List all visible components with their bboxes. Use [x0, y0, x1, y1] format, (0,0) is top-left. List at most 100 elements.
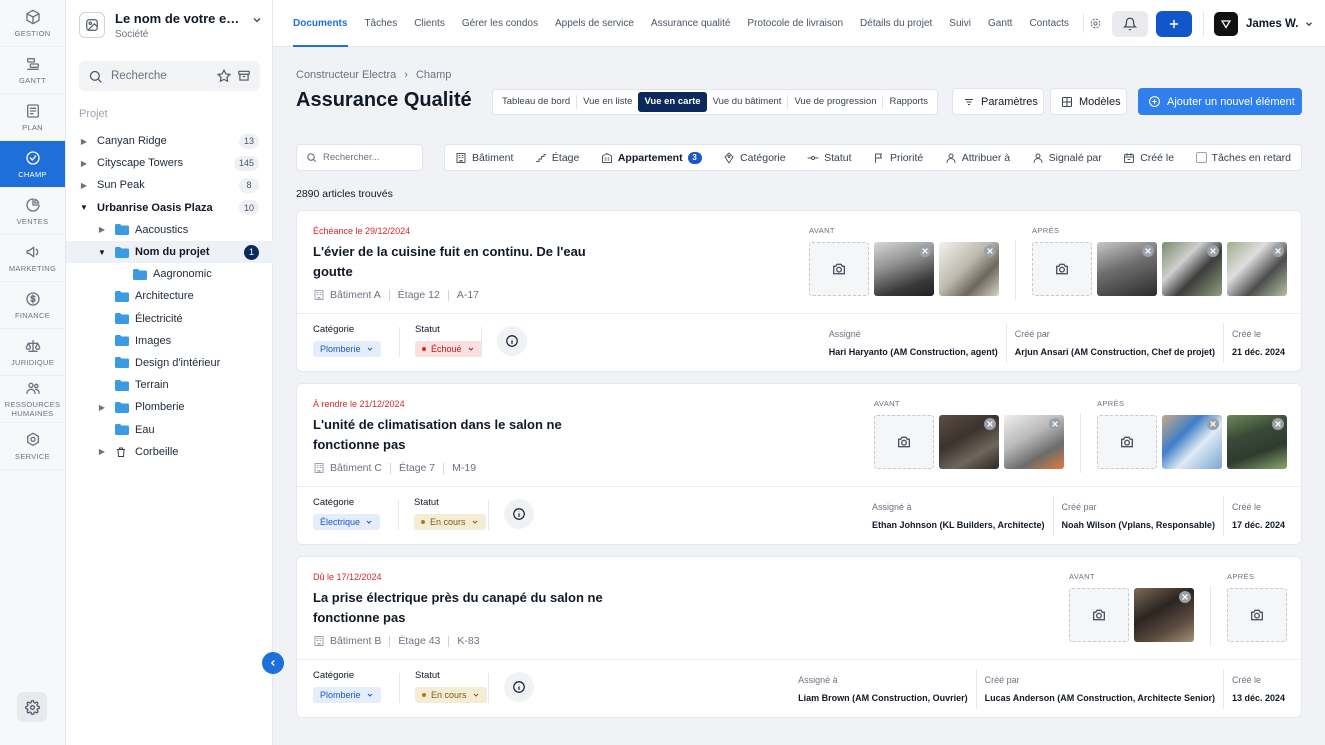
tab-item[interactable]: Assurance qualité [642, 0, 739, 47]
tab-item[interactable]: Détails du projet [852, 0, 941, 47]
photo-thumbnail[interactable] [939, 242, 999, 296]
add-photo-button[interactable] [1069, 588, 1129, 642]
caret-right-icon[interactable]: ▶ [97, 403, 107, 412]
models-button[interactable]: Modèles [1050, 88, 1127, 115]
add-photo-button[interactable] [874, 415, 934, 469]
tab-item[interactable]: Gérer les condos [453, 0, 546, 47]
add-photo-button[interactable] [1227, 588, 1287, 642]
close-icon[interactable] [1142, 245, 1154, 257]
filter-tag[interactable]: Catégorie [723, 152, 786, 164]
breadcrumb-item[interactable]: Champ [416, 69, 451, 81]
tab-item[interactable]: Gantt [979, 0, 1020, 47]
filter-flag[interactable]: Priorité [873, 152, 923, 164]
close-icon[interactable] [1179, 591, 1191, 603]
user-menu[interactable]: James W. [1203, 11, 1314, 37]
item-title[interactable]: L'évier de la cuisine fuit en continu. D… [313, 242, 603, 281]
tree-node[interactable]: Terrain [66, 374, 273, 396]
checkbox[interactable] [1195, 152, 1207, 163]
caret-right-icon[interactable]: ▶ [79, 137, 89, 146]
view-option[interactable]: Vue en liste [577, 92, 638, 112]
create-button[interactable] [1156, 11, 1192, 37]
tree-node[interactable]: ▶ Sun Peak 8 [66, 174, 273, 196]
company-switcher[interactable]: Le nom de votre entreprise Société [79, 8, 263, 42]
tree-node[interactable]: Images [66, 330, 273, 352]
view-option[interactable]: Vue en carte [638, 92, 707, 112]
info-button[interactable] [504, 499, 534, 529]
tree-node[interactable]: ▼ Nom du projet 1 [66, 240, 273, 264]
rail-plan[interactable]: PLAN [0, 94, 65, 141]
close-icon[interactable] [1207, 245, 1219, 257]
rail-ventes[interactable]: VENTES [0, 188, 65, 235]
close-icon[interactable] [1272, 418, 1284, 430]
tree-node[interactable]: ▶ Plomberie [66, 396, 273, 418]
parameters-button[interactable]: Paramètres [952, 88, 1044, 115]
star-icon[interactable] [217, 69, 231, 83]
category-dropdown[interactable]: Plomberie [313, 341, 381, 357]
add-photo-button[interactable] [1097, 415, 1157, 469]
rail-marketing[interactable]: MARKETING [0, 235, 65, 282]
archive-icon[interactable] [237, 69, 251, 83]
tree-node[interactable]: ▶ Canyan Ridge 13 [66, 130, 273, 152]
category-dropdown[interactable]: Plomberie [313, 687, 381, 703]
view-option[interactable]: Vue de progression [788, 92, 882, 112]
tree-node[interactable]: Aagronomic [66, 263, 273, 285]
caret-down-icon[interactable]: ▼ [79, 203, 89, 212]
filter-status[interactable]: Statut [807, 152, 852, 164]
add-photo-button[interactable] [809, 242, 869, 296]
caret-right-icon[interactable]: ▶ [79, 159, 89, 168]
tab-item[interactable]: Protocole de livraison [739, 0, 852, 47]
caret-right-icon[interactable]: ▶ [97, 447, 107, 456]
add-item-button[interactable]: Ajouter un nouvel élément [1138, 88, 1302, 115]
photo-thumbnail[interactable] [1097, 242, 1157, 296]
tab-item[interactable]: Contacts [1021, 0, 1077, 47]
photo-thumbnail[interactable] [1227, 415, 1287, 469]
photo-thumbnail[interactable] [1227, 242, 1287, 296]
notifications-button[interactable] [1112, 11, 1148, 37]
photo-thumbnail[interactable] [1162, 242, 1222, 296]
rail-gantt[interactable]: GANTT [0, 47, 65, 94]
filter-checkbox[interactable]: Tâches en retard [1195, 152, 1291, 164]
tree-node[interactable]: ▼ Urbanrise Oasis Plaza 10 [66, 197, 273, 219]
qa-item-card[interactable]: Dû le 17/12/2024 La prise électrique près… [296, 556, 1302, 718]
rail-champ[interactable]: CHAMP [0, 141, 65, 188]
item-title[interactable]: L'unité de climatisation dans le salon n… [313, 415, 603, 454]
tree-node[interactable]: ▶ Cityscape Towers 145 [66, 152, 273, 174]
collapse-panel-button[interactable] [262, 652, 284, 674]
close-icon[interactable] [984, 418, 996, 430]
rail-rh[interactable]: RESSOURCES HUMAINES [0, 376, 65, 423]
view-option[interactable]: Vue du bâtiment [707, 92, 788, 112]
photo-thumbnail[interactable] [939, 415, 999, 469]
rail-service[interactable]: SERVICE [0, 423, 65, 470]
close-icon[interactable] [1207, 418, 1219, 430]
chevron-down-icon[interactable] [251, 14, 263, 26]
qa-item-card[interactable]: À rendre le 21/12/2024 L'unité de climati… [296, 383, 1302, 545]
tree-node[interactable]: Eau [66, 418, 273, 440]
breadcrumb-item[interactable]: Constructeur Electra [296, 69, 396, 81]
tab-item[interactable]: Tâches [356, 0, 406, 47]
close-icon[interactable] [1049, 418, 1061, 430]
tabs-settings-button[interactable] [1083, 13, 1107, 33]
tab-item[interactable]: Clients [406, 0, 454, 47]
tree-node[interactable]: ▶ Aacoustics [66, 219, 273, 241]
photo-thumbnail[interactable] [1004, 415, 1064, 469]
add-photo-button[interactable] [1032, 242, 1092, 296]
rail-finance[interactable]: FINANCE [0, 282, 65, 329]
tree-node[interactable]: Architecture [66, 285, 273, 307]
project-search[interactable]: Recherche [79, 61, 260, 91]
qa-item-card[interactable]: Échéance le 29/12/2024 L'évier de la cuis… [296, 210, 1302, 372]
tree-node[interactable]: Électricité [66, 308, 273, 330]
tree-node[interactable]: ▶ Corbeille [66, 441, 273, 463]
filter-calendar[interactable]: Créé le [1123, 152, 1174, 164]
status-dropdown[interactable]: Échoué [415, 341, 482, 357]
filter-building[interactable]: Bâtiment [455, 152, 513, 164]
filter-user[interactable]: Signalé par [1032, 152, 1102, 164]
rail-juridique[interactable]: JURIDIQUE [0, 329, 65, 376]
photo-thumbnail[interactable] [874, 242, 934, 296]
tab-item[interactable]: Appels de service [546, 0, 642, 47]
caret-right-icon[interactable]: ▶ [79, 181, 89, 190]
photo-thumbnail[interactable] [1162, 415, 1222, 469]
view-option[interactable]: Tableau de bord [496, 92, 576, 112]
photo-thumbnail[interactable] [1134, 588, 1194, 642]
close-icon[interactable] [1272, 245, 1284, 257]
rail-gestion[interactable]: GESTION [0, 0, 65, 47]
